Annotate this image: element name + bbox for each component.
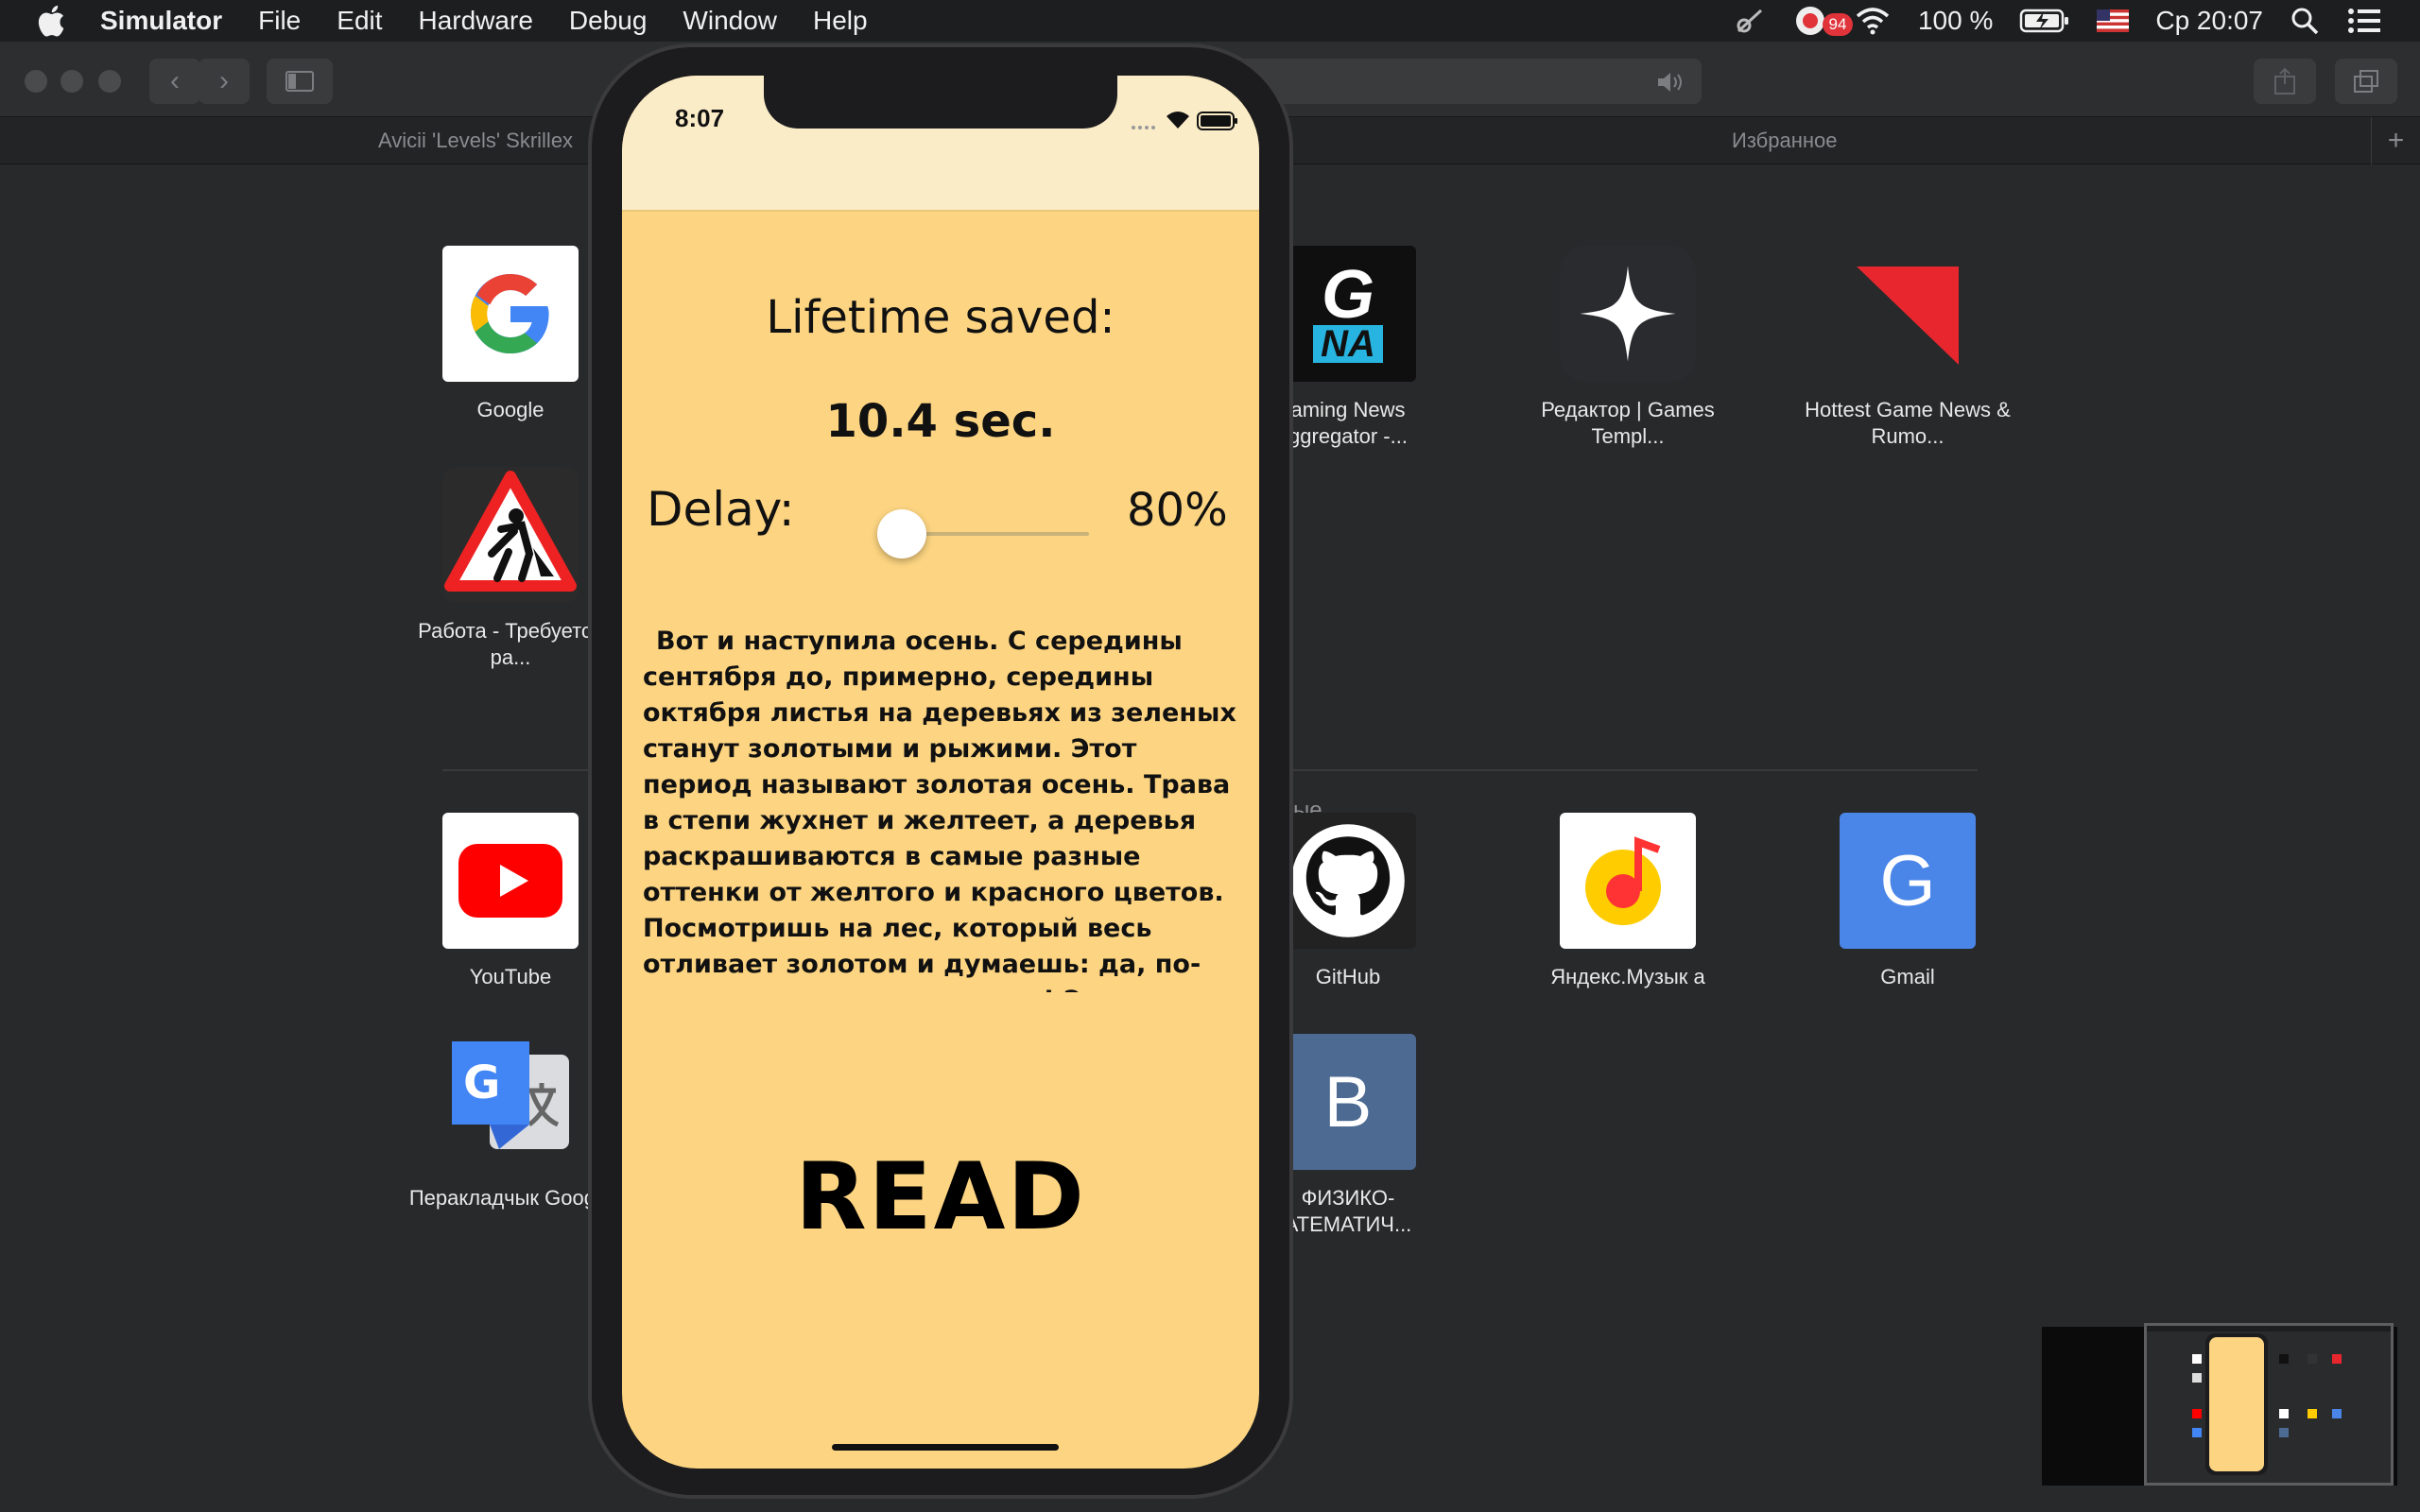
read-button[interactable]: READ (622, 1143, 1259, 1251)
forward-button[interactable]: › (199, 59, 250, 104)
screenshot-thumbnail[interactable] (2144, 1323, 2394, 1486)
vk-letter-icon: B (1280, 1034, 1416, 1170)
spotlight-search-icon[interactable] (2290, 6, 2320, 36)
favorite-label: Перакладчык Google (408, 1186, 613, 1210)
new-tab-button[interactable]: + (2371, 117, 2420, 164)
favorite-label: Google (476, 398, 544, 421)
status-bar: 8:07 (622, 76, 1259, 212)
favorite-rabota[interactable]: Работа - Требуется ра... (406, 467, 614, 671)
menu-hardware[interactable]: Hardware (419, 6, 533, 36)
frequent-youtube[interactable]: YouTube (406, 813, 614, 990)
apple-icon[interactable] (34, 2, 72, 40)
svg-text:G: G (463, 1057, 500, 1109)
zoom-window-button[interactable] (98, 70, 121, 93)
tabs-icon (2354, 70, 2378, 93)
share-button[interactable] (2254, 59, 2316, 104)
sparkle-star-icon (1560, 246, 1696, 382)
iphone-simulator: 8:07 Lifetime saved: 10.4 sec. Delay: 80… (588, 43, 1293, 1499)
sidebar-toggle-button[interactable] (267, 59, 333, 104)
speaker-icon[interactable] (1656, 70, 1686, 94)
lifetime-saved-value: 10.4 sec. (825, 395, 1056, 448)
favorite-label: Яндекс.Музык а (1550, 965, 1705, 988)
menu-bar: Simulator File Edit Hardware Debug Windo… (0, 0, 2420, 42)
menu-app-name[interactable]: Simulator (100, 6, 222, 36)
tab-avicii[interactable]: Avicii 'Levels' Skrillex (378, 117, 573, 164)
close-window-button[interactable] (25, 70, 47, 93)
menu-debug[interactable]: Debug (569, 6, 648, 36)
frequent-google-translate[interactable]: G Перакладчык Google (406, 1034, 614, 1211)
road-work-sign-icon (442, 467, 579, 603)
notification-count-badge: 94 (1823, 13, 1853, 36)
back-button[interactable]: ‹ (149, 59, 200, 104)
frequent-gmail[interactable]: G Gmail (1804, 813, 2012, 990)
frequent-yandex-music[interactable]: Яндекс.Музык а (1524, 813, 1732, 990)
youtube-icon (442, 813, 579, 949)
favorite-label: YouTube (469, 965, 552, 988)
minimize-window-button[interactable] (60, 70, 83, 93)
favorite-hottest-game[interactable]: Hottest Game News & Rumo... (1804, 246, 2012, 450)
gna-letter: G (1321, 257, 1374, 333)
google-translate-icon: G (442, 1034, 579, 1170)
battery-charging-icon[interactable] (2019, 8, 2070, 34)
favorite-editor[interactable]: Редактор | Games Templ... (1524, 246, 1732, 450)
app-screen: 8:07 Lifetime saved: 10.4 sec. Delay: 80… (622, 76, 1259, 1469)
google-icon (442, 246, 579, 382)
delay-label: Delay: (647, 482, 795, 537)
menu-edit[interactable]: Edit (337, 6, 382, 36)
favorite-label: Работа - Требуется ра... (418, 619, 603, 669)
gna-logo-icon: G NA (1280, 246, 1416, 382)
flag-us-icon[interactable] (2097, 9, 2130, 32)
device-notch (764, 76, 1117, 129)
wifi-icon[interactable] (1854, 7, 1892, 35)
sidebar-icon (285, 71, 314, 92)
favorite-label: Hottest Game News & Rumo... (1805, 398, 2011, 448)
favorite-google[interactable]: Google (406, 246, 614, 423)
lifetime-saved-label: Lifetime saved: (766, 291, 1115, 344)
gna-suffix: NA (1313, 325, 1383, 363)
menu-window[interactable]: Window (683, 6, 777, 36)
delay-value: 80% (1127, 484, 1228, 537)
menu-help[interactable]: Help (813, 6, 868, 36)
status-time: 8:07 (675, 104, 725, 132)
address-bar[interactable] (1229, 59, 1702, 104)
favorite-label: Gmail (1880, 965, 1935, 988)
chevron-right-icon: › (219, 65, 229, 96)
status-battery-icon (1197, 112, 1237, 130)
chevron-left-icon: ‹ (170, 65, 180, 96)
share-icon (2274, 67, 2295, 94)
favorite-label: Редактор | Games Templ... (1541, 398, 1715, 448)
notification-center-icon[interactable] (2346, 7, 2382, 35)
github-icon (1280, 813, 1416, 949)
gmail-letter-icon: G (1840, 813, 1976, 949)
tabs-overview-button[interactable] (2335, 59, 2397, 104)
cast-icon[interactable] (1733, 7, 1767, 35)
delay-slider-thumb[interactable] (877, 509, 926, 558)
home-indicator[interactable] (832, 1444, 1059, 1451)
red-triangle-logo-icon (1840, 246, 1976, 382)
status-wifi-icon (1167, 112, 1189, 129)
delay-slider-track[interactable] (902, 532, 1089, 536)
battery-percentage: 100 % (1917, 6, 1994, 35)
cellular-signal-icon (1132, 126, 1155, 129)
menubar-clock[interactable]: Ср 20:07 (2155, 6, 2263, 36)
reading-text[interactable]: Вот и наступила осень. С середины сентяб… (643, 624, 1238, 992)
menu-file[interactable]: File (258, 6, 301, 36)
tab-favorites[interactable]: Избранное (1732, 117, 1838, 164)
yandex-music-icon (1560, 813, 1696, 949)
